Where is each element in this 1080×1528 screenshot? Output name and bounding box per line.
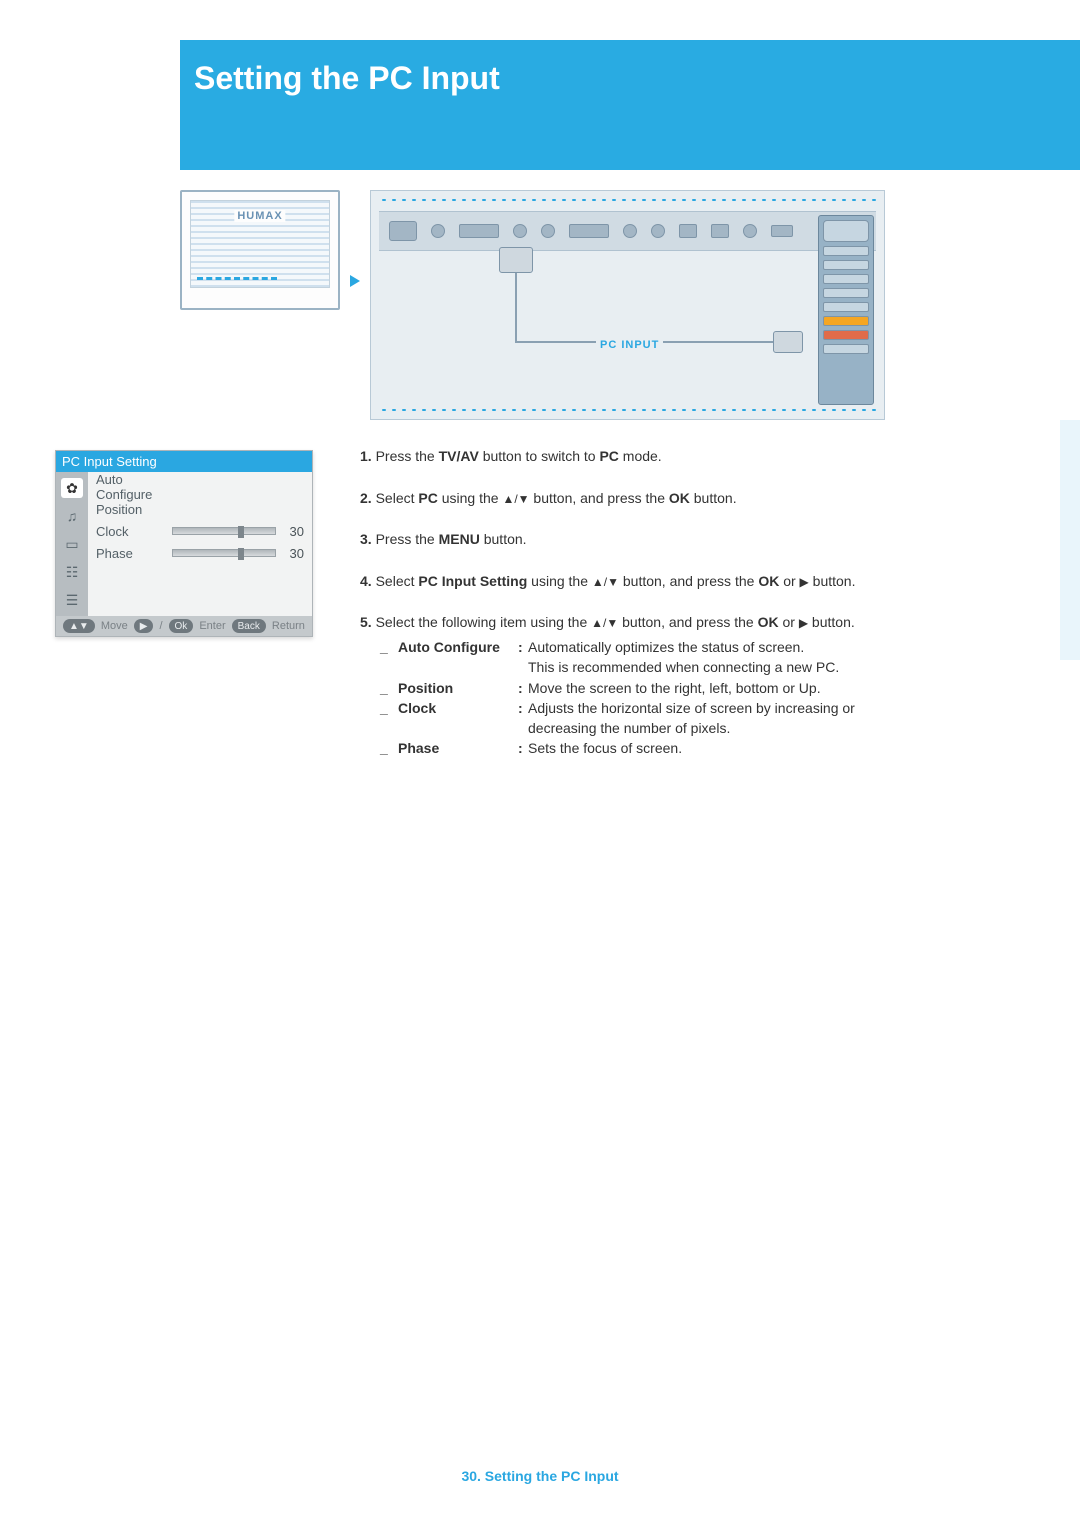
osd-row-clock: Clock 30 (96, 520, 304, 542)
step-4: 4. Select PC Input Setting using the ▲/▼… (360, 572, 895, 592)
tv-brand-label: HUMAX (234, 210, 285, 222)
vga-plug-icon (773, 331, 803, 353)
header-band: Setting the PC Input (180, 40, 1080, 170)
port-icon (743, 224, 757, 238)
port-icon (513, 224, 527, 238)
updown-arrow-icon: ▲/▼ (592, 575, 619, 589)
setup-icon: ☰ (61, 590, 83, 610)
def-auto-configure-cont: This is recommended when connecting a ne… (528, 657, 890, 677)
page-number: 30. (461, 1468, 480, 1484)
osd-menu-screenshot: PC Input Setting ✿ ♫ ▭ ☷ ☰ Auto Configur… (55, 450, 313, 637)
dots-divider-top (379, 197, 876, 203)
slider-icon (172, 527, 276, 535)
osd-footer: ▲▼ Move ▶/ Ok Enter Back Return (56, 616, 312, 636)
instruction-list: 1. Press the TV/AV button to switch to P… (360, 447, 895, 655)
port-icon (771, 225, 793, 237)
def-phase: _ Phase : Sets the focus of screen. (380, 738, 890, 758)
back-pill-icon: Back (232, 619, 266, 633)
vga-plug-icon (499, 247, 533, 273)
updown-arrow-icon: ▲/▼ (591, 616, 618, 630)
def-clock-cont: decreasing the number of pixels. (528, 718, 890, 738)
port-icon (679, 224, 697, 238)
caption-icon: ☷ (61, 562, 83, 582)
connection-panel: PC INPUT (370, 190, 885, 420)
ok-pill-icon: Ok (169, 619, 194, 633)
slider-icon (172, 549, 276, 557)
step-1: 1. Press the TV/AV button to switch to P… (360, 447, 895, 467)
def-position: _ Position : Move the screen to the righ… (380, 678, 890, 698)
pc-tower-icon (818, 215, 874, 405)
def-auto-configure: _ Auto Configure : Automatically optimiz… (380, 637, 890, 657)
osd-sidebar: ✿ ♫ ▭ ☷ ☰ (56, 472, 88, 616)
osd-footer-move: Move (101, 620, 128, 632)
right-arrow-icon: ▶ (799, 616, 808, 630)
port-icon (711, 224, 729, 238)
footer-title: Setting the PC Input (485, 1468, 619, 1484)
def-clock: _ Clock : Adjusts the horizontal size of… (380, 698, 890, 718)
dots-divider-bottom (379, 407, 876, 413)
port-icon (623, 224, 637, 238)
definition-list: _ Auto Configure : Automatically optimiz… (380, 637, 890, 759)
updown-pill-icon: ▲▼ (63, 619, 95, 633)
vga-port-icon (569, 224, 609, 238)
audio-port-icon (651, 224, 665, 238)
step-5: 5. Select the following item using the ▲… (360, 613, 895, 633)
osd-row-auto-configure: Auto Configure (96, 476, 304, 498)
tv-back-ports (379, 211, 876, 251)
tv-highlight-dash (197, 270, 277, 280)
cable-icon (515, 273, 517, 343)
side-strip (1060, 420, 1080, 660)
step-2: 2. Select PC using the ▲/▼ button, and p… (360, 489, 895, 509)
osd-footer-enter: Enter (199, 620, 225, 632)
pip-icon: ▭ (61, 534, 83, 554)
vga-port-icon (459, 224, 499, 238)
right-pill-icon: ▶ (134, 619, 154, 633)
step-3: 3. Press the MENU button. (360, 530, 895, 550)
picture-icon: ✿ (61, 478, 83, 498)
page-title: Setting the PC Input (194, 60, 1080, 97)
osd-menu-title: PC Input Setting (56, 451, 312, 472)
osd-row-phase: Phase 30 (96, 542, 304, 564)
page-footer: 30. Setting the PC Input (0, 1468, 1080, 1484)
osd-row-position: Position (96, 498, 304, 520)
osd-menu-list: Auto Configure Position Clock 30 Phase 3… (88, 472, 312, 616)
updown-arrow-icon: ▲/▼ (502, 492, 529, 506)
right-arrow-icon: ▶ (800, 575, 809, 589)
sound-icon: ♫ (61, 506, 83, 526)
osd-footer-return: Return (272, 620, 305, 632)
pc-input-label: PC INPUT (596, 339, 663, 351)
arrow-right-icon (350, 275, 360, 285)
port-icon (541, 224, 555, 238)
power-port-icon (389, 221, 417, 241)
port-icon (431, 224, 445, 238)
tv-thumbnail: HUMAX (180, 190, 340, 310)
